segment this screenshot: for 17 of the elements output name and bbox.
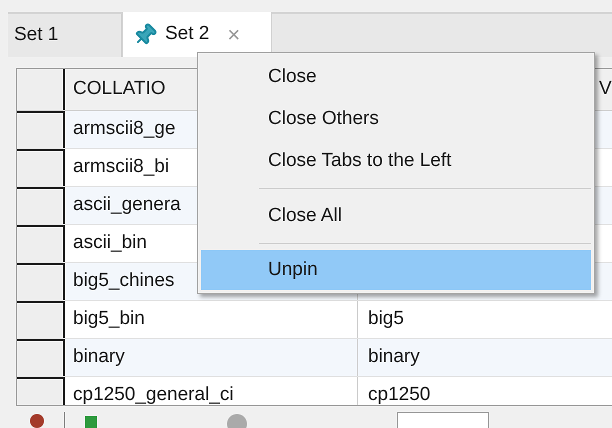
- record-icon[interactable]: [30, 414, 44, 428]
- row-header[interactable]: [17, 263, 65, 300]
- row-header[interactable]: [17, 187, 65, 224]
- menu-item[interactable]: Unpin: [201, 250, 591, 290]
- row-header[interactable]: [17, 149, 65, 186]
- row-header[interactable]: [17, 301, 65, 338]
- table-cell: binary: [65, 339, 358, 376]
- row-header[interactable]: [17, 225, 65, 262]
- tab[interactable]: Set 2 ×: [122, 12, 272, 57]
- table-cell: big5_bin: [65, 301, 358, 338]
- table-cell-text: cp1250: [367, 383, 432, 405]
- row-header[interactable]: [17, 339, 65, 376]
- menu-item[interactable]: Close: [201, 56, 591, 98]
- table-cell-text: big5: [367, 307, 405, 332]
- row-header[interactable]: [17, 377, 65, 405]
- table-cell-text: binary: [367, 345, 421, 370]
- row-header[interactable]: [17, 111, 65, 148]
